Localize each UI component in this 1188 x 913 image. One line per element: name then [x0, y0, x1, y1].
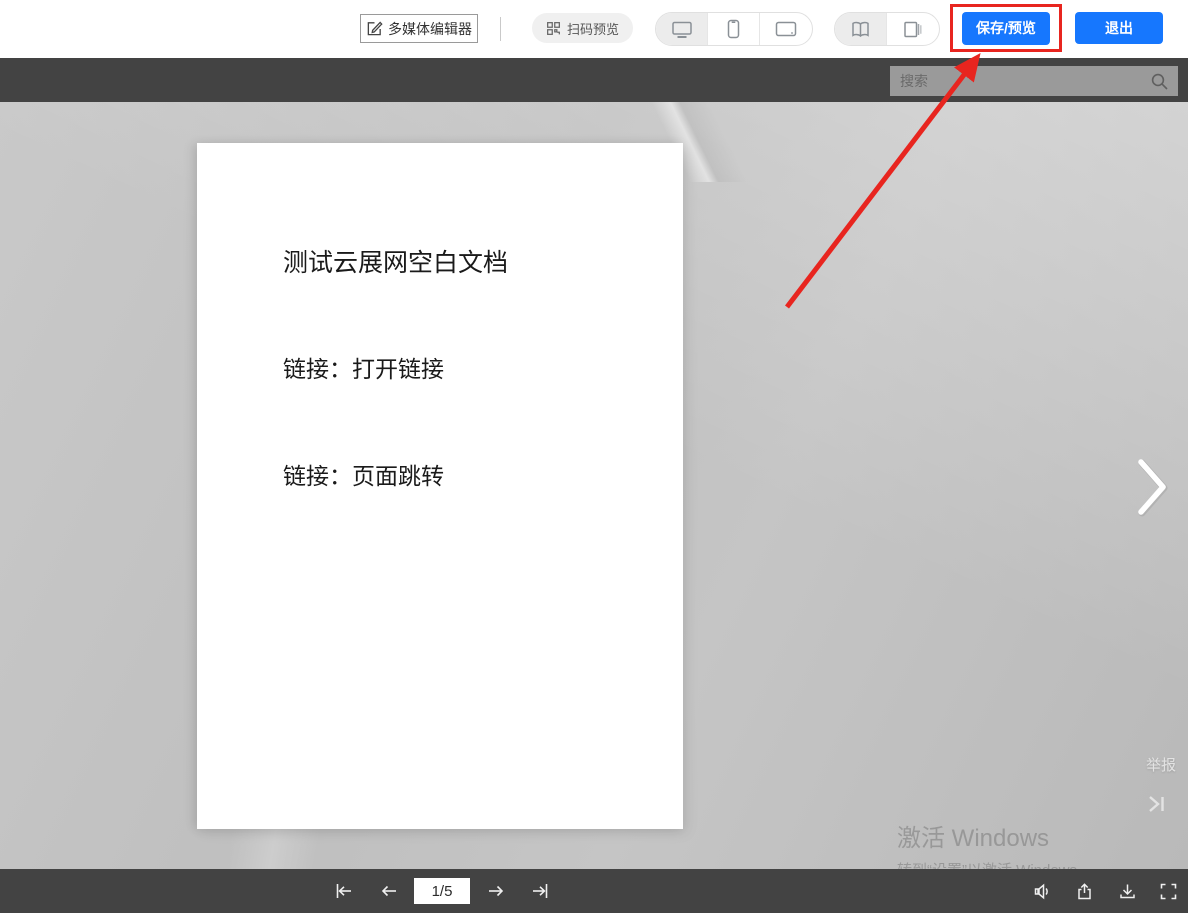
prev-page-button[interactable] [379, 881, 399, 901]
first-page-button[interactable] [333, 881, 353, 901]
open-book-icon [850, 20, 871, 39]
next-page-arrow[interactable] [1136, 458, 1176, 518]
document-title: 测试云展网空白文档 [283, 243, 508, 279]
next-page-icon [487, 882, 505, 900]
single-page-view-button[interactable] [887, 13, 939, 45]
bottom-toolbar [0, 869, 1188, 913]
tablet-icon [775, 21, 797, 37]
exit-button[interactable]: 退出 [1075, 12, 1163, 44]
viewer-topbar [0, 58, 1188, 102]
download-button[interactable] [1117, 881, 1137, 901]
mobile-icon [727, 19, 740, 39]
page-indicator-input[interactable] [414, 878, 470, 904]
first-page-icon [334, 882, 353, 900]
document-page[interactable]: 测试云展网空白文档 链接：打开链接 链接：页面跳转 [197, 143, 683, 829]
volume-button[interactable] [1032, 881, 1052, 901]
download-icon [1118, 882, 1137, 901]
save-preview-button[interactable]: 保存/预览 [962, 12, 1050, 45]
share-icon [1075, 882, 1094, 901]
watermark-line: 转到“设置”以激活 Windows。 [897, 859, 1092, 869]
scan-preview-button[interactable]: 扫码预览 [532, 13, 633, 43]
search-box[interactable] [890, 66, 1178, 96]
last-page-icon [531, 882, 550, 900]
viewer-stage: 测试云展网空白文档 链接：打开链接 链接：页面跳转 举报 激活 Windows … [0, 102, 1188, 869]
mobile-view-button[interactable] [708, 13, 760, 45]
prev-page-icon [380, 882, 398, 900]
next-page-button[interactable] [486, 881, 506, 901]
share-button[interactable] [1074, 881, 1094, 901]
multimedia-editor-label: 多媒体编辑器 [388, 19, 472, 39]
qr-code-icon [546, 21, 561, 36]
device-toggle-group [655, 12, 813, 46]
collapse-icon [1146, 794, 1168, 814]
search-icon[interactable] [1150, 72, 1169, 91]
fullscreen-icon [1159, 882, 1178, 901]
annotation-highlight-box: 保存/预览 [950, 4, 1062, 52]
tablet-view-button[interactable] [760, 13, 812, 45]
toolbar-divider [500, 17, 501, 41]
report-link[interactable]: 举报 [1146, 754, 1176, 775]
last-page-button[interactable] [530, 881, 550, 901]
flipbook-editor-app: 多媒体编辑器 扫码预览 [0, 0, 1188, 913]
multimedia-editor-button[interactable]: 多媒体编辑器 [360, 14, 478, 43]
edit-icon [366, 20, 383, 37]
document-link-line: 链接：打开链接 [283, 350, 444, 384]
document-link-line: 链接：页面跳转 [283, 457, 444, 491]
scan-preview-label: 扫码预览 [567, 19, 619, 38]
collapse-panel-button[interactable] [1146, 794, 1168, 814]
watermark-line: 激活 Windows [897, 818, 1092, 853]
desktop-view-button[interactable] [656, 13, 708, 45]
fullscreen-button[interactable] [1158, 881, 1178, 901]
double-page-view-button[interactable] [835, 13, 887, 45]
windows-activation-watermark: 激活 Windows 转到“设置”以激活 Windows。 [897, 818, 1092, 869]
search-input[interactable] [890, 73, 1150, 89]
volume-icon [1033, 882, 1052, 901]
top-toolbar: 多媒体编辑器 扫码预览 [0, 0, 1188, 58]
desktop-icon [671, 20, 693, 39]
page-layout-toggle-group [834, 12, 940, 46]
single-page-icon [903, 20, 923, 39]
